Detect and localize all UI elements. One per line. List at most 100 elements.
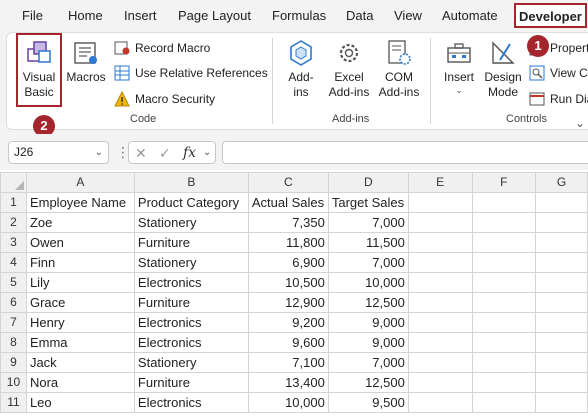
column-header[interactable]: C — [247, 172, 329, 193]
cell[interactable]: Furniture — [133, 372, 249, 393]
cell[interactable]: 6,900 — [247, 252, 329, 273]
tab-file[interactable]: File — [22, 6, 43, 26]
cell[interactable] — [535, 352, 588, 373]
column-header[interactable]: E — [407, 172, 473, 193]
cell[interactable]: Furniture — [133, 232, 249, 253]
cell[interactable]: 10,000 — [327, 272, 409, 293]
tab-home[interactable]: Home — [68, 6, 103, 26]
row-header[interactable]: 11 — [0, 392, 27, 413]
row-header[interactable]: 10 — [0, 372, 27, 393]
cell[interactable]: Electronics — [133, 392, 249, 413]
header-cell[interactable]: Employee Name — [25, 192, 135, 213]
formula-input[interactable] — [222, 141, 588, 164]
excel-addins-button[interactable]: Excel Add-ins — [324, 38, 374, 100]
view-code-button[interactable]: View Code — [529, 62, 588, 84]
cell[interactable] — [535, 312, 588, 333]
cell[interactable] — [407, 332, 473, 353]
cell[interactable]: 12,500 — [327, 372, 409, 393]
cell[interactable] — [407, 212, 473, 233]
cell[interactable]: 12,900 — [247, 292, 329, 313]
collapse-ribbon-icon[interactable]: ⌄ — [575, 116, 585, 130]
cell[interactable]: Grace — [25, 292, 135, 313]
cell[interactable]: Owen — [25, 232, 135, 253]
cell[interactable] — [471, 312, 537, 333]
cell[interactable]: 9,500 — [327, 392, 409, 413]
row-header[interactable]: 8 — [0, 332, 27, 353]
cell[interactable]: 7,100 — [247, 352, 329, 373]
cell[interactable]: 7,350 — [247, 212, 329, 233]
insert-control-button[interactable]: Insert ⌄ — [438, 38, 480, 95]
cell[interactable]: 11,800 — [247, 232, 329, 253]
cell[interactable]: Zoe — [25, 212, 135, 233]
column-header[interactable]: D — [327, 172, 409, 193]
cell[interactable]: 13,400 — [247, 372, 329, 393]
header-cell[interactable]: Target Sales — [327, 192, 409, 213]
tab-page-layout[interactable]: Page Layout — [178, 6, 251, 26]
row-header[interactable]: 6 — [0, 292, 27, 313]
cell[interactable]: 7,000 — [327, 212, 409, 233]
cell[interactable]: Stationery — [133, 212, 249, 233]
macros-button[interactable]: Macros — [64, 38, 108, 85]
cell[interactable]: 10,000 — [247, 392, 329, 413]
cell[interactable] — [407, 192, 473, 213]
cell[interactable]: Jack — [25, 352, 135, 373]
cell[interactable] — [471, 252, 537, 273]
cell[interactable] — [471, 292, 537, 313]
cell[interactable] — [471, 192, 537, 213]
cell[interactable] — [471, 372, 537, 393]
header-cell[interactable]: Actual Sales — [247, 192, 329, 213]
tab-insert[interactable]: Insert — [124, 6, 157, 26]
select-all-corner[interactable] — [0, 172, 27, 193]
cell[interactable] — [407, 292, 473, 313]
row-header[interactable]: 9 — [0, 352, 27, 373]
cell[interactable] — [407, 272, 473, 293]
macro-security-button[interactable]: Macro Security — [114, 88, 264, 110]
cell[interactable]: Electronics — [133, 272, 249, 293]
tab-view[interactable]: View — [394, 6, 422, 26]
cell[interactable] — [535, 372, 588, 393]
row-header[interactable]: 5 — [0, 272, 27, 293]
column-header[interactable]: B — [133, 172, 249, 193]
cell[interactable]: Electronics — [133, 312, 249, 333]
cancel-icon[interactable]: ✕ — [135, 143, 147, 163]
cell[interactable]: 12,500 — [327, 292, 409, 313]
column-header[interactable]: G — [535, 172, 588, 193]
cell[interactable]: Furniture — [133, 292, 249, 313]
cell[interactable] — [471, 392, 537, 413]
record-macro-button[interactable]: Record Macro — [114, 37, 264, 59]
cell[interactable]: 9,000 — [327, 312, 409, 333]
visual-basic-button[interactable]: Visual Basic — [18, 38, 60, 100]
cell[interactable] — [471, 272, 537, 293]
cell[interactable] — [471, 212, 537, 233]
addins-button[interactable]: Add- ins — [280, 38, 322, 100]
cell[interactable] — [535, 192, 588, 213]
cell[interactable]: Lily — [25, 272, 135, 293]
cell[interactable]: 7,000 — [327, 352, 409, 373]
cell[interactable] — [535, 252, 588, 273]
cell[interactable]: 9,600 — [247, 332, 329, 353]
header-cell[interactable]: Product Category — [133, 192, 249, 213]
column-header[interactable]: F — [471, 172, 537, 193]
cell[interactable]: 7,000 — [327, 252, 409, 273]
run-dialog-button[interactable]: Run Dialog — [529, 88, 588, 110]
cell[interactable] — [471, 332, 537, 353]
cell[interactable] — [535, 332, 588, 353]
tab-automate[interactable]: Automate — [442, 6, 498, 26]
cell[interactable] — [535, 212, 588, 233]
row-header[interactable]: 7 — [0, 312, 27, 333]
cell[interactable]: Nora — [25, 372, 135, 393]
cell[interactable] — [535, 392, 588, 413]
cell[interactable]: Electronics — [133, 332, 249, 353]
cell[interactable]: 10,500 — [247, 272, 329, 293]
column-header[interactable]: A — [25, 172, 135, 193]
cell[interactable] — [407, 372, 473, 393]
cell[interactable] — [535, 272, 588, 293]
use-relative-references-button[interactable]: Use Relative References — [114, 62, 268, 84]
cell[interactable]: Finn — [25, 252, 135, 273]
row-header[interactable]: 4 — [0, 252, 27, 273]
cell[interactable] — [535, 232, 588, 253]
insert-function-icon[interactable]: fx — [183, 143, 196, 163]
tab-data[interactable]: Data — [346, 6, 373, 26]
cell[interactable] — [407, 392, 473, 413]
cell[interactable]: Leo — [25, 392, 135, 413]
